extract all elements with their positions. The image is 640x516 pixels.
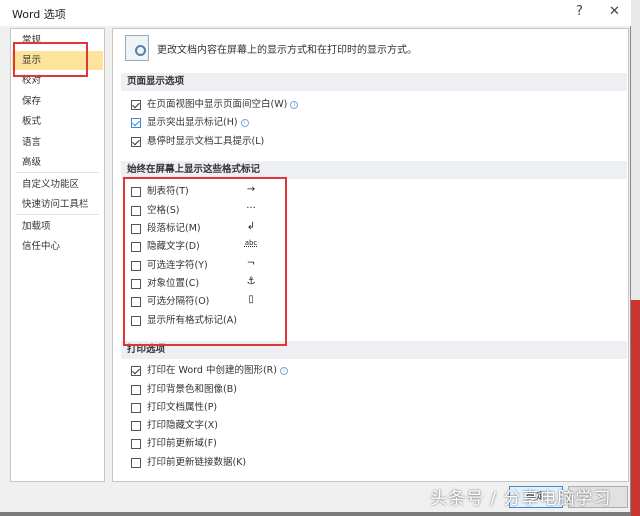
help-button[interactable]: ? xyxy=(576,4,583,19)
checkbox[interactable] xyxy=(131,403,141,413)
highlight-box-nav xyxy=(13,42,88,77)
dialog-title: Word 选项 xyxy=(12,8,66,21)
nav-item-3[interactable]: 保存 xyxy=(12,92,103,111)
nav-separator xyxy=(16,214,99,215)
info-icon[interactable]: i xyxy=(290,101,299,109)
title-bar: Word 选项 ? ✕ xyxy=(0,0,631,26)
nav-item-5[interactable]: 语言 xyxy=(12,133,103,152)
option-checkbox[interactable]: 悬停时显示文档工具提示(L) xyxy=(131,134,264,150)
option-label: 打印隐藏文字(X) xyxy=(147,420,218,431)
background-window xyxy=(631,0,640,516)
highlight-box-marks xyxy=(123,177,287,346)
checkbox[interactable] xyxy=(131,137,141,147)
checkbox[interactable] xyxy=(131,421,141,431)
nav-item-4[interactable]: 板式 xyxy=(12,112,103,131)
nav-item-7[interactable]: 自定义功能区 xyxy=(12,175,103,194)
panel-description: 更改文档内容在屏幕上的显示方式和在打印时的显示方式。 xyxy=(157,45,417,56)
option-checkbox[interactable]: 打印文档属性(P) xyxy=(131,400,217,416)
nav-item-10[interactable]: 信任中心 xyxy=(12,237,103,256)
display-magnifier-icon xyxy=(125,35,149,61)
category-nav: 常规 显示 校对 保存 板式 语言 高级 自定义功能区 快速访问工具栏 加载项 信任中心 xyxy=(10,28,105,482)
option-checkbox[interactable]: 打印前更新链接数据(K) xyxy=(131,455,246,471)
option-checkbox[interactable]: 打印前更新域(F) xyxy=(131,436,217,452)
checkbox[interactable] xyxy=(131,385,141,395)
option-checkbox[interactable]: 在页面视图中显示页面间空白(W) i xyxy=(131,97,299,113)
section-header: 页面显示选项 xyxy=(121,73,627,91)
info-icon[interactable]: i xyxy=(279,367,288,375)
option-label: 悬停时显示文档工具提示(L) xyxy=(147,136,265,147)
option-checkbox[interactable]: 显示突出显示标记(H) i xyxy=(131,115,249,131)
checkbox[interactable] xyxy=(131,366,141,376)
option-checkbox[interactable]: 打印在 Word 中创建的图形(R) i xyxy=(131,363,288,379)
option-label: 打印背景色和图像(B) xyxy=(147,384,237,395)
checkbox[interactable] xyxy=(131,439,141,449)
checkbox[interactable] xyxy=(131,100,141,110)
option-checkbox[interactable]: 打印隐藏文字(X) xyxy=(131,418,218,434)
option-label: 打印在 Word 中创建的图形(R) xyxy=(147,365,277,376)
option-checkbox[interactable]: 打印背景色和图像(B) xyxy=(131,382,237,398)
option-label: 显示突出显示标记(H) xyxy=(147,117,238,128)
close-button[interactable]: ✕ xyxy=(609,4,620,19)
option-label: 打印文档属性(P) xyxy=(147,402,218,413)
option-label: 在页面视图中显示页面间空白(W) xyxy=(147,99,288,110)
watermark: 头条号 / 分享电脑学习 xyxy=(430,489,612,509)
info-icon[interactable]: i xyxy=(240,119,249,127)
checkbox[interactable] xyxy=(131,118,141,128)
nav-separator xyxy=(16,172,99,173)
option-label: 打印前更新域(F) xyxy=(147,438,217,449)
nav-item-9[interactable]: 加载项 xyxy=(12,217,103,236)
option-label: 打印前更新链接数据(K) xyxy=(147,457,247,468)
word-options-dialog: Word 选项 ? ✕ 常规 显示 校对 保存 板式 语言 高级 自定义功能区 快速访问工具栏加… xyxy=(0,0,631,512)
nav-item-8[interactable]: 快速访问工具栏 xyxy=(12,195,103,214)
checkbox[interactable] xyxy=(131,458,141,468)
nav-item-6[interactable]: 高级 xyxy=(12,153,103,172)
